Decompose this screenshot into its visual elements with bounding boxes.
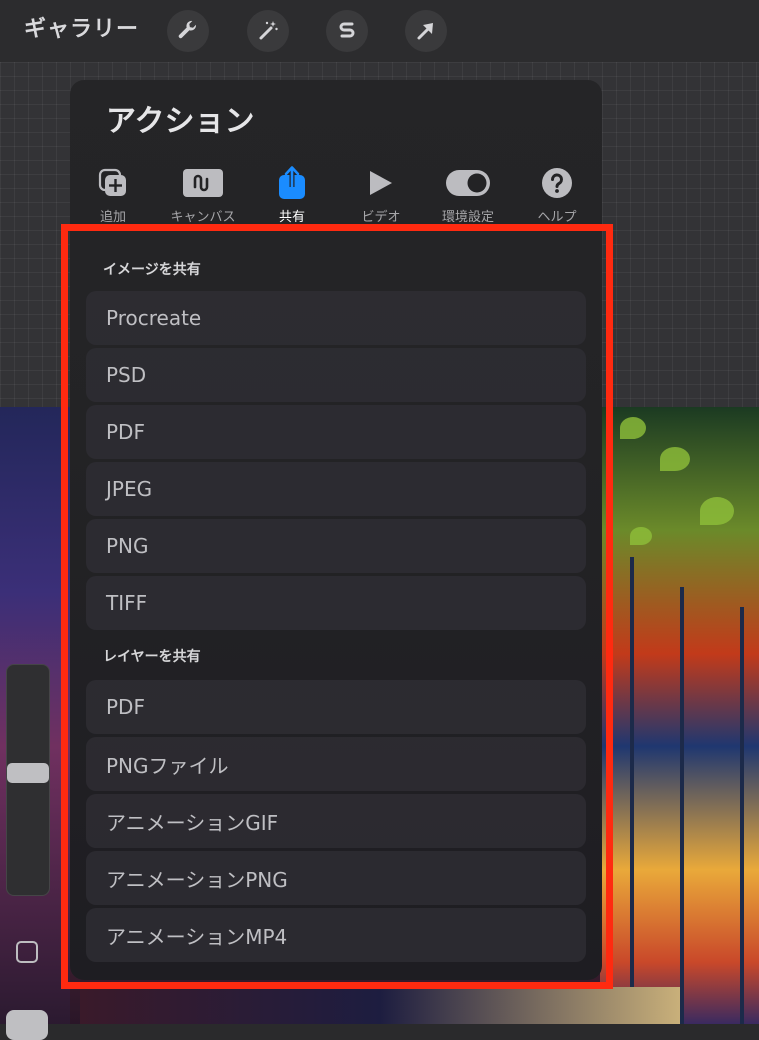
tab-share[interactable]: 共有 [252,166,332,225]
pole-shape [680,587,684,1024]
share-item-label: アニメーションGIF [106,810,279,835]
tab-preferences[interactable]: 環境設定 [428,166,508,225]
tab-canvas[interactable]: キャンバス [163,166,243,225]
leaf-shape [620,417,646,439]
share-png-files-button[interactable]: PNGファイル [86,737,586,791]
share-item-label: アニメーションPNG [106,867,288,892]
share-layers-header: レイヤーを共有 [103,649,201,665]
top-toolbar: ギャラリー [0,0,759,62]
toggle-icon [446,166,490,200]
share-pdf-button[interactable]: PDF [86,405,586,459]
share-png-button[interactable]: PNG [86,519,586,573]
slider-thumb[interactable] [7,763,49,783]
share-item-label: JPEG [106,477,153,501]
share-item-label: TIFF [106,591,148,615]
share-layers-pdf-button[interactable]: PDF [86,680,586,734]
opacity-slider[interactable] [6,1010,48,1040]
share-animated-mp4-button[interactable]: アニメーションMP4 [86,908,586,962]
share-item-label: PNG [106,534,149,558]
tab-help[interactable]: ヘルプ [517,166,597,225]
share-item-label: アニメーションMP4 [106,924,288,949]
share-procreate-button[interactable]: Procreate [86,291,586,345]
share-image-header: イメージを共有 [103,262,201,278]
share-jpeg-button[interactable]: JPEG [86,462,586,516]
selection-icon[interactable] [326,10,368,52]
share-item-label: Procreate [106,306,202,330]
share-psd-button[interactable]: PSD [86,348,586,402]
tab-video[interactable]: ビデオ [341,166,421,225]
tab-add[interactable]: 追加 [73,166,153,225]
leaf-shape [660,447,690,471]
share-item-label: PDF [106,420,145,444]
tab-label: ビデオ [361,210,401,225]
share-animated-png-button[interactable]: アニメーションPNG [86,851,586,905]
artwork-right-area [600,407,759,1024]
actions-popover: アクション 追加 キャンバス 共有 ビデオ 環境設定 ヘルプ イメージを共有 P… [70,80,602,980]
canvas-icon [183,166,223,200]
share-item-label: PSD [106,363,147,387]
tab-label: ヘルプ [537,210,577,225]
share-icon [277,166,307,200]
pole-shape [630,557,634,1024]
brush-size-slider[interactable] [6,664,50,896]
gallery-button[interactable]: ギャラリー [24,14,139,46]
play-icon [368,166,394,200]
leaf-shape [700,497,734,525]
magic-wand-icon[interactable] [247,10,289,52]
tab-label: 共有 [278,210,305,225]
modify-button[interactable] [16,941,38,963]
tab-label: キャンバス [170,210,236,225]
artwork-bottom-area [80,987,680,1024]
transform-arrow-icon[interactable] [405,10,447,52]
leaf-shape [630,527,652,545]
tab-label: 追加 [99,210,126,225]
pole-shape [740,607,744,1024]
add-icon [97,166,129,200]
wrench-icon[interactable] [167,10,209,52]
help-icon [541,166,573,200]
tab-label: 環境設定 [441,210,494,225]
share-item-label: PNGファイル [106,753,229,778]
share-animated-gif-button[interactable]: アニメーションGIF [86,794,586,848]
popover-title: アクション [106,104,255,139]
share-item-label: PDF [106,695,145,719]
share-tiff-button[interactable]: TIFF [86,576,586,630]
